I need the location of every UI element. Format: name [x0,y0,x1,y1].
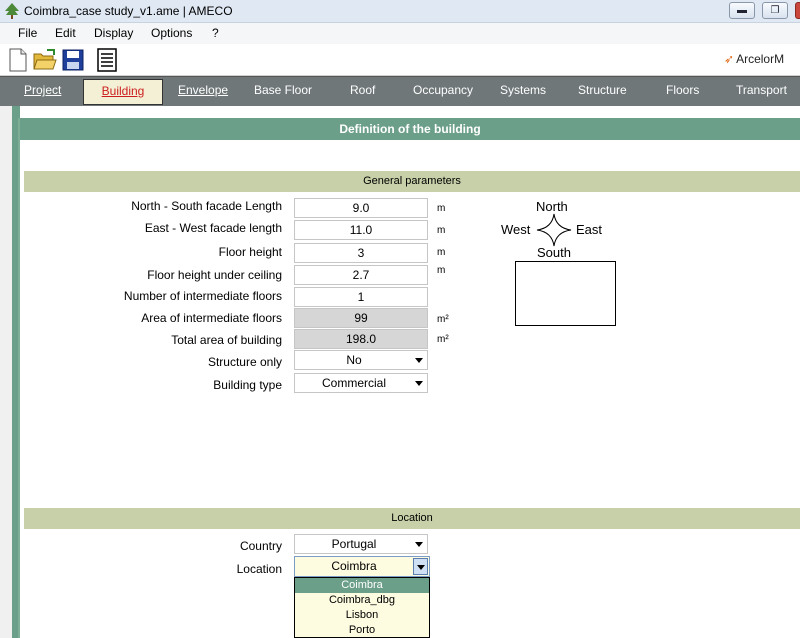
brand-name: ArcelorM [736,52,785,66]
chevron-down-icon [415,542,423,547]
building-type-select[interactable]: Commercial [294,373,428,393]
compass-north-label: North [536,199,568,214]
save-floppy-icon[interactable] [61,48,85,72]
floor-height-ceiling-input[interactable]: 2.7 [294,265,428,285]
building-type-value: Commercial [321,376,386,390]
tab-building-label: Building [101,84,145,98]
window-title: Coimbra_case study_v1.ame | AMECO [24,4,233,18]
floor-height-ceiling-unit: m [437,265,446,276]
location-dropdown-button[interactable] [413,558,428,575]
open-folder-icon[interactable] [33,48,57,72]
location-value: Coimbra [331,559,377,573]
total-area-label: Total area of building [171,333,282,347]
tab-occupancy[interactable]: Occupancy [413,83,473,97]
new-document-icon[interactable] [6,48,30,72]
tab-systems[interactable]: Systems [500,83,546,97]
chevron-down-icon [417,565,425,570]
ns-length-unit: m [437,203,446,214]
minimize-button[interactable]: ▬ [729,2,755,19]
toolbar: ➶ ArcelorM [0,44,800,76]
chevron-down-icon [415,358,423,363]
intermediate-floors-input[interactable]: 1 [294,287,428,307]
chevron-down-icon [415,381,423,386]
ew-length-label: East - West facade length [144,221,282,235]
structure-only-select[interactable]: No [294,350,428,370]
compass-east-label: East [576,222,603,237]
structure-only-label: Structure only [207,355,282,369]
intermediate-area-unit: m² [437,314,449,325]
location-option-coimbra[interactable]: Coimbra [295,578,429,593]
page-title: Definition of the building [20,118,800,140]
compass-south-label: South [537,245,571,260]
building-type-label: Building type [213,378,282,392]
menu-help[interactable]: ? [212,26,219,40]
total-area-value: 198.0 [294,329,428,349]
intermediate-area-value: 99 [294,308,428,328]
tab-envelope[interactable]: Envelope [178,83,228,97]
location-dropdown-list: Coimbra Coimbra_dbg Lisbon Porto [294,577,430,638]
tab-structure[interactable]: Structure [578,83,627,97]
ew-length-unit: m [437,225,446,236]
maximize-button[interactable]: ❐ [762,2,788,19]
structure-only-value: No [346,353,362,367]
ns-length-label: North - South facade Length [131,199,282,213]
floor-height-ceiling-label: Floor height under ceiling [147,268,282,282]
ns-length-input[interactable]: 9.0 [294,198,428,218]
building-plan-box [515,261,616,326]
country-label: Country [239,539,282,553]
location-select[interactable]: Coimbra [294,556,430,577]
intermediate-area-label: Area of intermediate floors [141,311,282,325]
title-bar: Coimbra_case study_v1.ame | AMECO ▬ ❐ [0,0,800,23]
brand-swoosh-icon: ➶ [724,52,735,66]
ew-length-input[interactable]: 11.0 [294,220,428,240]
total-area-unit: m² [437,334,449,345]
report-icon[interactable] [95,48,119,72]
tab-floors[interactable]: Floors [666,83,699,97]
location-option-lisbon[interactable]: Lisbon [295,608,429,623]
country-value: Portugal [331,537,377,551]
floor-height-label: Floor height [218,245,282,259]
tab-strip: Project Building Envelope Base Floor Roo… [0,76,800,106]
compass-star-icon [536,213,572,247]
menu-edit[interactable]: Edit [55,26,76,40]
intermediate-floors-label: Number of intermediate floors [123,289,282,303]
tab-base-floor[interactable]: Base Floor [254,83,312,97]
menu-file[interactable]: File [18,26,37,40]
floor-height-unit: m [437,247,446,258]
country-select[interactable]: Portugal [294,534,428,554]
location-label: Location [236,562,282,576]
compass-west-label: West [501,222,531,237]
close-button[interactable] [795,2,800,19]
menu-bar: File Edit Display Options ? [0,23,800,44]
tab-roof[interactable]: Roof [350,83,375,97]
tab-building[interactable]: Building [83,79,163,105]
location-header: Location [24,508,800,529]
tab-transport[interactable]: Transport [736,83,787,97]
location-option-coimbra-dbg[interactable]: Coimbra_dbg [295,593,429,608]
brand-logo: ➶ ArcelorM [724,52,784,66]
app-tree-icon [5,3,19,19]
floor-height-input[interactable]: 3 [294,243,428,263]
general-parameters-header: General parameters [24,171,800,192]
menu-options[interactable]: Options [151,26,192,40]
tab-project[interactable]: Project [24,83,61,97]
menu-display[interactable]: Display [94,26,133,40]
location-option-porto[interactable]: Porto [295,623,429,638]
